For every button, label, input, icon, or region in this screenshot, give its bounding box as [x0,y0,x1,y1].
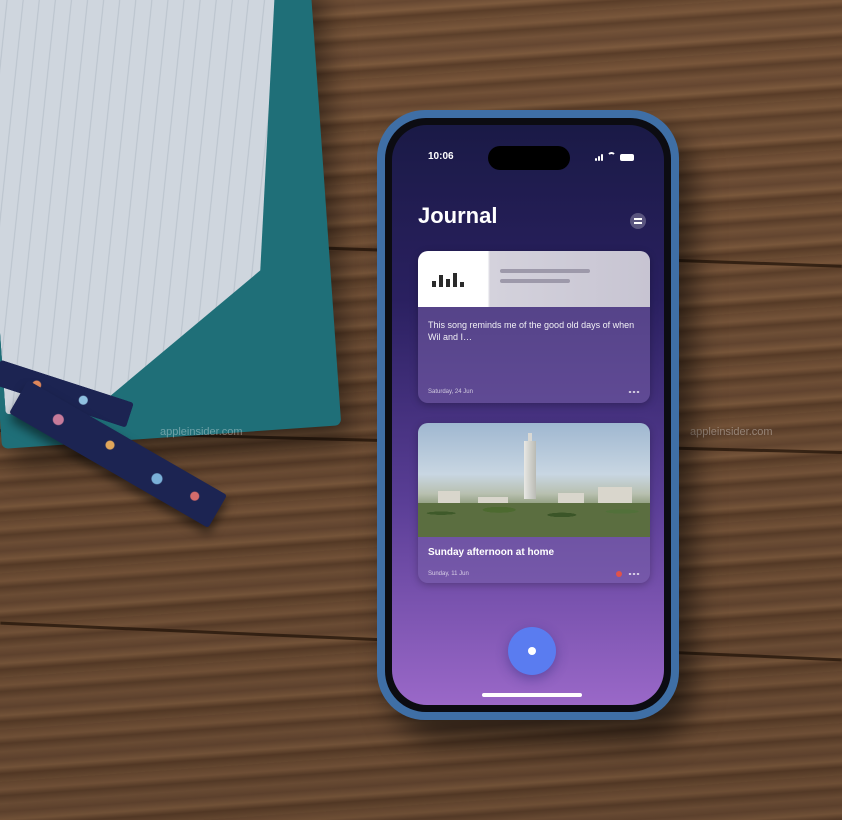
journal-entry-card[interactable]: This song reminds me of the good old day… [418,251,650,403]
status-bar: 10:06 [392,125,664,170]
page-title: Journal [418,203,498,228]
journal-entry-card[interactable]: Sunday afternoon at home Sunday, 11 Jun [418,423,650,583]
phone: 10:06 Journal This song reminds me of th… [377,110,679,720]
watermark: appleinsider.com [160,426,243,438]
favorite-icon[interactable] [616,571,622,577]
menu-icon[interactable] [630,213,646,229]
dynamic-island [488,146,570,170]
watermark: appleinsider.com [690,426,773,438]
phone-bezel: 10:06 Journal This song reminds me of th… [385,118,671,712]
entry-photo[interactable] [418,423,650,537]
photo-trees [418,503,650,537]
phone-screen: 10:06 Journal This song reminds me of th… [392,125,664,705]
wifi-icon [607,152,616,161]
add-entry-icon [528,647,536,655]
link-preview[interactable] [418,251,650,307]
signal-icon [595,154,603,161]
more-icon[interactable] [628,391,640,393]
battery-icon [620,154,634,161]
notebook [0,0,352,529]
home-indicator[interactable] [482,693,582,697]
entry-text: This song reminds me of the good old day… [428,320,635,342]
entry-date: Saturday, 24 Jun [428,389,473,395]
entry-date: Sunday, 11 Jun [428,571,469,577]
entry-title: Sunday afternoon at home [428,547,555,558]
photo-tower [524,441,536,499]
link-preview-lines [500,269,590,289]
status-icons [595,152,634,161]
add-entry-button[interactable] [508,627,556,675]
entry-actions [616,571,640,577]
more-icon[interactable] [628,573,640,575]
status-time: 10:06 [428,151,454,162]
link-logo-icon [432,269,472,287]
entry-meta: Saturday, 24 Jun [428,389,640,395]
entry-meta: Sunday, 11 Jun [428,571,640,577]
